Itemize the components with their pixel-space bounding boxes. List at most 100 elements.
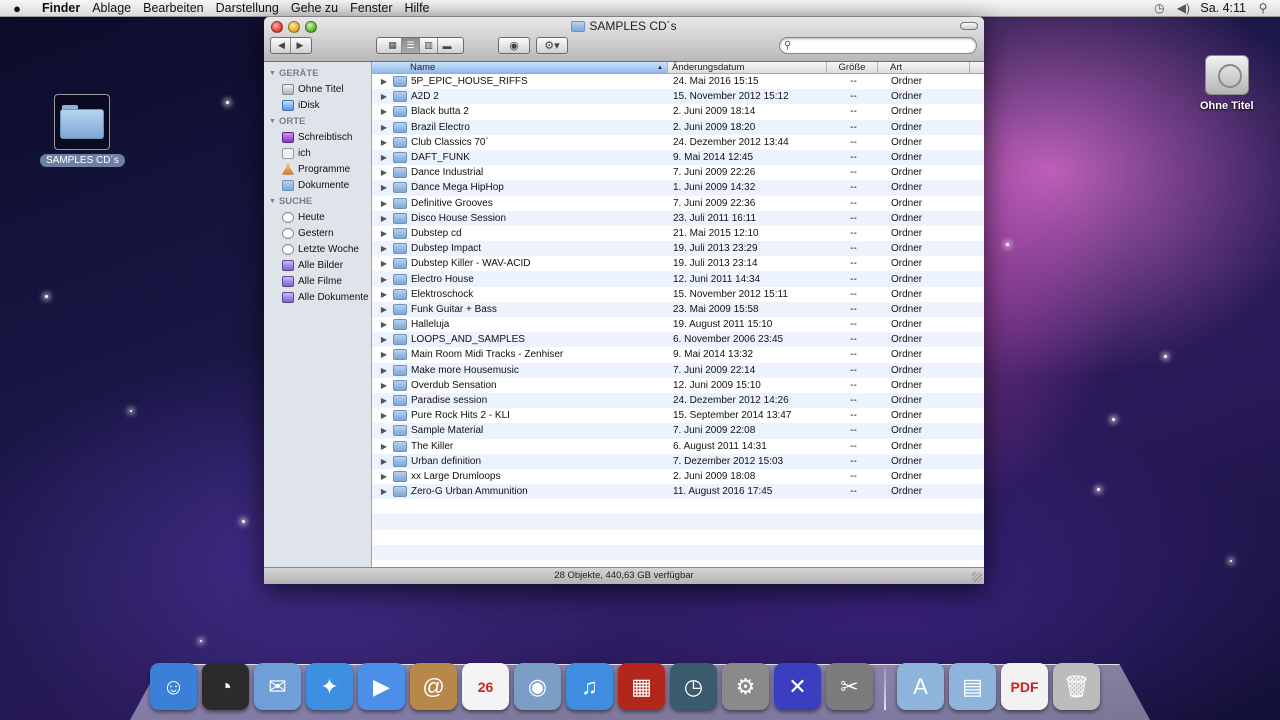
- search-field[interactable]: ⚲: [779, 37, 977, 54]
- sidebar-item[interactable]: Schreibtisch: [264, 129, 371, 145]
- sidebar-section-header[interactable]: ▼ SUCHE: [264, 193, 371, 209]
- disclosure-triangle-icon[interactable]: ▶: [372, 472, 393, 481]
- sidebar-item[interactable]: iDisk: [264, 97, 371, 113]
- quick-look-button[interactable]: ◉: [498, 37, 530, 54]
- disclosure-triangle-icon[interactable]: ▶: [372, 92, 393, 101]
- menu-bearbeiten[interactable]: Bearbeiten: [137, 0, 209, 17]
- volume-icon[interactable]: ◀): [1176, 1, 1190, 15]
- disclosure-triangle-icon[interactable]: ▶: [372, 426, 393, 435]
- column-name-header[interactable]: Name: [372, 62, 668, 73]
- sidebar-item[interactable]: Alle Bilder: [264, 257, 371, 273]
- back-button[interactable]: ◀: [273, 38, 291, 53]
- sidebar-item[interactable]: Heute: [264, 209, 371, 225]
- disclosure-triangle-icon[interactable]: ▶: [372, 259, 393, 268]
- disclosure-triangle-icon[interactable]: ▶: [372, 305, 393, 314]
- toolbar-toggle-button[interactable]: [960, 22, 978, 30]
- sidebar-item[interactable]: Programme: [264, 161, 371, 177]
- disclosure-triangle-icon[interactable]: ▶: [372, 183, 393, 192]
- forward-button[interactable]: ▶: [291, 38, 309, 53]
- system-preferences-icon[interactable]: ⚙: [722, 663, 769, 710]
- disclosure-triangle-icon[interactable]: ▶: [372, 487, 393, 496]
- menu-darstellung[interactable]: Darstellung: [210, 0, 285, 17]
- sidebar-item[interactable]: Letzte Woche: [264, 241, 371, 257]
- menu-app-name[interactable]: Finder: [34, 0, 86, 17]
- disclosure-triangle-icon[interactable]: ▶: [372, 168, 393, 177]
- utility-icon[interactable]: ✂: [826, 663, 873, 710]
- table-row[interactable]: ▶ DAFT_FUNK 9. Mai 2014 12:45 -- Ordner: [372, 149, 984, 166]
- window-titlebar[interactable]: SAMPLES CD´s ◀ ▶ ▦ ☰ ▥ ▬ ◉ ⚙▾ ⚲: [264, 17, 984, 62]
- table-row[interactable]: ▶ Electro House 12. Juni 2011 14:34 -- Ordne…: [372, 271, 984, 287]
- table-row[interactable]: ▶ The Killer 6. August 2011 14:31 -- Ordner: [372, 439, 984, 454]
- sidebar-item[interactable]: Ohne Titel: [264, 81, 371, 97]
- table-row[interactable]: ▶ 5P_EPIC_HOUSE_RIFFS 24. Mai 2016 15:15 --…: [372, 74, 984, 89]
- search-input[interactable]: [794, 40, 976, 51]
- photo-booth-icon[interactable]: ▦: [618, 663, 665, 710]
- table-row[interactable]: ▶ Sample Material 7. Juni 2009 22:08 -- Ordn…: [372, 423, 984, 439]
- disclosure-triangle-icon[interactable]: ▶: [372, 199, 393, 208]
- table-row[interactable]: ▶ Urban definition 7. Dezember 2012 15:03 -…: [372, 453, 984, 469]
- safari-icon[interactable]: ✦: [306, 663, 353, 710]
- disclosure-triangle-icon[interactable]: ▶: [372, 153, 393, 162]
- iphoto-icon[interactable]: ◉: [514, 663, 561, 710]
- table-row[interactable]: ▶ Pure Rock Hits 2 - KLI 15. September 201…: [372, 408, 984, 423]
- table-row[interactable]: ▶ Funk Guitar + Bass 23. Mai 2009 15:58 -- O…: [372, 301, 984, 317]
- list-view-button[interactable]: ☰: [402, 38, 420, 53]
- menu-ablage[interactable]: Ablage: [86, 0, 137, 17]
- dashboard-icon[interactable]: ◔: [202, 663, 249, 710]
- disclosure-triangle-icon[interactable]: ▶: [372, 229, 393, 238]
- table-row[interactable]: ▶ Definitive Grooves 7. Juni 2009 22:36 -- O…: [372, 196, 984, 211]
- table-row[interactable]: ▶ Brazil Electro 2. Juni 2009 18:20 -- Ordne…: [372, 119, 984, 135]
- table-row[interactable]: ▶ Club Classics 70´ 24. Dezember 2012 13:4…: [372, 135, 984, 150]
- disclosure-triangle-icon[interactable]: ▶: [372, 107, 393, 116]
- menu-hilfe[interactable]: Hilfe: [399, 0, 436, 17]
- table-row[interactable]: ▶ Dubstep Killer - WAV-ACID 19. Juli 2013 …: [372, 256, 984, 271]
- disclosure-triangle-icon[interactable]: ▶: [372, 77, 393, 86]
- trash-icon[interactable]: 🗑: [1053, 663, 1100, 710]
- disclosure-triangle-icon[interactable]: ▶: [372, 350, 393, 359]
- menu-gehe-zu[interactable]: Gehe zu: [285, 0, 344, 17]
- menu-clock[interactable]: Sa. 4:11: [1200, 1, 1246, 15]
- table-row[interactable]: ▶ Elektroschock 15. November 2012 15:11 -- O…: [372, 287, 984, 302]
- disclosure-triangle-icon[interactable]: ▶: [372, 244, 393, 253]
- table-row[interactable]: ▶ Dubstep Impact 19. Juli 2013 23:29 -- Ordn…: [372, 241, 984, 257]
- resize-grip-icon[interactable]: [972, 572, 982, 582]
- ical-icon[interactable]: 26: [462, 663, 509, 710]
- ichat-icon[interactable]: ▶: [358, 663, 405, 710]
- desktop-folder-samples[interactable]: SAMPLES CD´s: [40, 94, 125, 167]
- icon-view-button[interactable]: ▦: [384, 38, 402, 53]
- apple-menu-icon[interactable]: ●: [0, 1, 34, 16]
- disclosure-triangle-icon[interactable]: ▶: [372, 290, 393, 299]
- desktop-disk-ohne-titel[interactable]: Ohne Titel: [1194, 55, 1260, 113]
- table-row[interactable]: ▶ Make more Housemusic 7. Juni 2009 22:14 -…: [372, 362, 984, 378]
- sidebar-item[interactable]: Dokumente: [264, 177, 371, 193]
- table-row[interactable]: ▶ A2D 2 15. November 2012 15:12 -- Ordner: [372, 89, 984, 105]
- applications-stack-icon[interactable]: A: [897, 663, 944, 710]
- sidebar-item[interactable]: Gestern: [264, 225, 371, 241]
- menu-fenster[interactable]: Fenster: [344, 0, 398, 17]
- disclosure-triangle-icon[interactable]: ▶: [372, 411, 393, 420]
- address-book-icon[interactable]: @: [410, 663, 457, 710]
- table-row[interactable]: ▶ Dubstep cd 21. Mai 2015 12:10 -- Ordner: [372, 226, 984, 241]
- disclosure-triangle-icon[interactable]: ▶: [372, 275, 393, 284]
- column-view-button[interactable]: ▥: [420, 38, 438, 53]
- disclosure-triangle-icon[interactable]: ▼: [269, 198, 276, 205]
- disclosure-triangle-icon[interactable]: ▶: [372, 381, 393, 390]
- table-row[interactable]: ▶ Paradise session 24. Dezember 2012 14:26…: [372, 392, 984, 409]
- disclosure-triangle-icon[interactable]: ▶: [372, 320, 393, 329]
- time-machine-menu-icon[interactable]: ◷: [1152, 1, 1166, 15]
- column-kind-header[interactable]: Art: [878, 62, 970, 73]
- disclosure-triangle-icon[interactable]: ▶: [372, 396, 393, 405]
- sidebar-section-header[interactable]: ▼ GERÄTE: [264, 65, 371, 81]
- table-row[interactable]: ▶ Halleluja 19. August 2011 15:10 -- Ordner: [372, 317, 984, 332]
- table-row[interactable]: ▶ Dance Mega HipHop 1. Juni 2009 14:32 -- Or…: [372, 180, 984, 196]
- table-row[interactable]: ▶ Black butta 2 2. Juni 2009 18:14 -- Ordner: [372, 104, 984, 119]
- table-row[interactable]: ▶ Dance Industrial 7. Juni 2009 22:26 -- Ord…: [372, 165, 984, 180]
- itunes-icon[interactable]: ♫: [566, 663, 613, 710]
- table-row[interactable]: ▶ xx Large Drumloops 2. Juni 2009 18:08 -- O…: [372, 469, 984, 484]
- mail-icon[interactable]: ✉: [254, 663, 301, 710]
- column-size-header[interactable]: Größe: [827, 62, 878, 73]
- disclosure-triangle-icon[interactable]: ▼: [269, 118, 276, 125]
- disclosure-triangle-icon[interactable]: ▶: [372, 335, 393, 344]
- table-row[interactable]: ▶ Main Room Midi Tracks - Zenhiser 9. Mai …: [372, 347, 984, 362]
- documents-stack-icon[interactable]: ▤: [949, 663, 996, 710]
